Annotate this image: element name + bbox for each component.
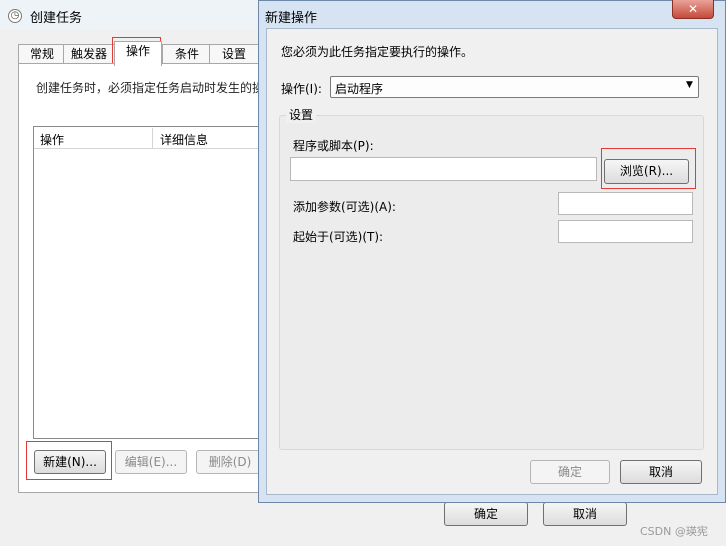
tab-actions[interactable]: 操作	[114, 41, 162, 66]
dialog-ok-button[interactable]: 确定	[530, 460, 610, 484]
start-in-label: 起始于(可选)(T):	[293, 230, 384, 244]
action-select-value: 启动程序	[335, 82, 384, 96]
add-arguments-label: 添加参数(可选)(A):	[293, 200, 396, 214]
column-separator[interactable]	[152, 128, 153, 148]
watermark: CSDN @瑛宪	[640, 525, 708, 538]
create-task-title: 创建任务	[30, 11, 83, 26]
edit-action-button[interactable]: 编辑(E)...	[115, 450, 187, 474]
action-select[interactable]	[330, 76, 699, 98]
new-action-button[interactable]: 新建(N)...	[34, 450, 106, 474]
dialog-title: 新建操作	[265, 11, 318, 26]
tab-general[interactable]: 常规	[18, 44, 66, 65]
actions-description: 创建任务时，必须指定任务启动时发生的操	[36, 81, 265, 95]
actions-list[interactable]	[33, 126, 273, 439]
add-arguments-input[interactable]	[558, 192, 693, 215]
tab-triggers[interactable]: 触发器	[63, 44, 115, 65]
tab-conditions[interactable]: 条件	[162, 44, 212, 65]
delete-action-button[interactable]: 删除(D)	[196, 450, 264, 474]
chevron-down-icon[interactable]: ▼	[686, 80, 693, 90]
column-header-action[interactable]: 操作	[40, 131, 64, 148]
start-in-input[interactable]	[558, 220, 693, 243]
dialog-instruction: 您必须为此任务指定要执行的操作。	[281, 45, 474, 59]
column-header-details[interactable]: 详细信息	[160, 131, 208, 148]
program-script-input[interactable]	[290, 157, 597, 181]
dialog-cancel-button[interactable]: 取消	[620, 460, 702, 484]
task-cancel-button[interactable]: 取消	[543, 502, 627, 526]
browse-button[interactable]: 浏览(R)...	[604, 159, 689, 184]
action-label: 操作(I):	[281, 82, 322, 96]
actions-list-header	[34, 127, 272, 149]
settings-group-label: 设置	[286, 106, 317, 123]
tab-settings[interactable]: 设置	[209, 44, 259, 65]
task-ok-button[interactable]: 确定	[444, 502, 528, 526]
close-icon[interactable]: ✕	[672, 0, 714, 19]
clock-icon: ◷	[8, 9, 22, 23]
program-script-label: 程序或脚本(P):	[293, 139, 374, 153]
